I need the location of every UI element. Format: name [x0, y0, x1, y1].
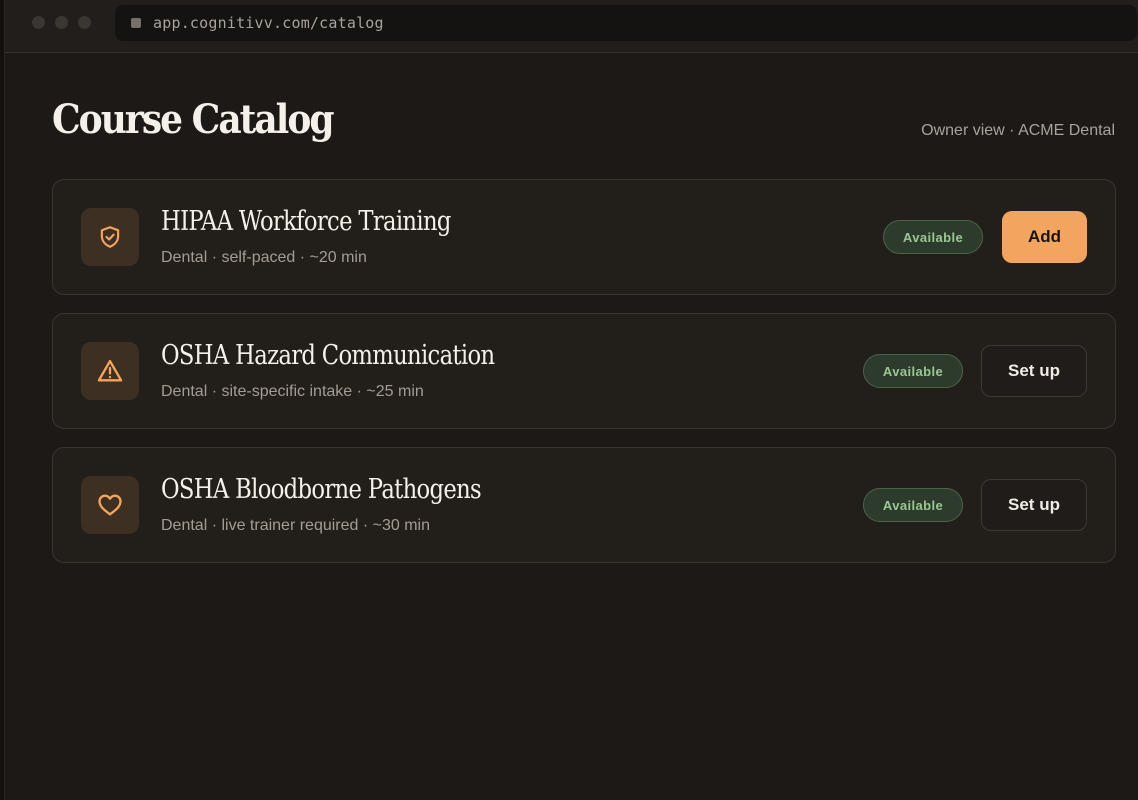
- status-badge: Available: [883, 220, 983, 254]
- course-icon-tile: [81, 342, 139, 400]
- course-meta: Dental · self-paced · ~20 min: [161, 249, 367, 266]
- setup-course-button[interactable]: Set up: [981, 479, 1087, 531]
- course-card-osha-bloodborne: OSHA Bloodborne Pathogens Dental · live …: [52, 447, 1116, 563]
- course-card-hipaa: HIPAA Workforce Training Dental · self-p…: [52, 179, 1116, 295]
- status-badge: Available: [863, 354, 963, 388]
- shield-check-icon: [100, 226, 120, 248]
- browser-window: app.cognitivv.com/catalog Course Catalog…: [4, 0, 1138, 800]
- owner-view-label: Owner view · ACME Dental: [921, 122, 1115, 139]
- course-title: OSHA Hazard Communication: [161, 340, 495, 371]
- setup-course-button[interactable]: Set up: [981, 345, 1087, 397]
- status-badge: Available: [863, 488, 963, 522]
- course-title: OSHA Bloodborne Pathogens: [161, 474, 482, 505]
- course-icon-tile: [81, 208, 139, 266]
- heart-icon: [98, 494, 122, 516]
- window-minimize-dot[interactable]: [55, 16, 68, 29]
- course-meta: Dental · site-specific intake · ~25 min: [161, 383, 424, 400]
- site-icon: [131, 18, 141, 28]
- page-title: Course Catalog: [52, 96, 335, 143]
- browser-titlebar: app.cognitivv.com/catalog: [5, 0, 1138, 53]
- course-icon-tile: [81, 476, 139, 534]
- url-text[interactable]: app.cognitivv.com/catalog: [153, 14, 384, 32]
- address-bar[interactable]: app.cognitivv.com/catalog: [115, 5, 1137, 41]
- course-title: HIPAA Workforce Training: [161, 206, 451, 237]
- add-course-button[interactable]: Add: [1002, 211, 1087, 263]
- window-close-dot[interactable]: [32, 16, 45, 29]
- window-maximize-dot[interactable]: [78, 16, 91, 29]
- warning-triangle-icon: [97, 359, 123, 382]
- course-card-osha-hazcom: OSHA Hazard Communication Dental · site-…: [52, 313, 1116, 429]
- course-meta: Dental · live trainer required · ~30 min: [161, 517, 431, 534]
